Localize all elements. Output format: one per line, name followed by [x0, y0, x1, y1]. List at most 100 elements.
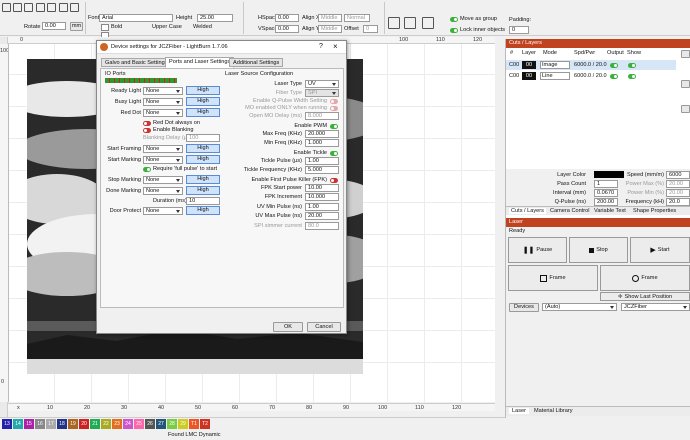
offset-input[interactable]: 0 — [363, 25, 378, 33]
close-icon[interactable]: × — [333, 42, 338, 51]
tab-shape-properties[interactable]: Shape Properties — [633, 208, 676, 214]
show-last-position-button[interactable]: ✛ Show Last Position — [600, 292, 690, 301]
palette-swatch[interactable]: T2 — [200, 419, 210, 429]
power-max-input[interactable]: 20.00 — [666, 180, 690, 188]
palette-swatch[interactable]: 15 — [24, 419, 34, 429]
frame-button[interactable]: Frame — [508, 265, 598, 291]
red-dot-high-button[interactable]: High — [186, 108, 220, 117]
speed-input[interactable]: 6000 — [666, 171, 690, 179]
uv-max-input[interactable]: 20.00 — [305, 212, 339, 220]
ungroup-icon[interactable] — [404, 17, 416, 29]
enable-tickle-toggle[interactable] — [330, 151, 338, 156]
palette-swatch[interactable]: 26 — [145, 419, 155, 429]
help-icon[interactable]: ? — [319, 43, 323, 50]
palette-swatch[interactable]: 27 — [156, 419, 166, 429]
tab-laser[interactable]: Laser — [509, 408, 529, 414]
tab-galvo[interactable]: Galvo and Basic Settings — [101, 58, 172, 67]
cursor-icon[interactable] — [2, 3, 11, 12]
palette-swatch[interactable]: 25 — [134, 419, 144, 429]
palette-swatch[interactable]: 29 — [178, 419, 188, 429]
tab-cuts-layers[interactable]: Cuts / Layers — [509, 208, 546, 214]
hspace-input[interactable]: 0.00 — [275, 14, 299, 22]
height-input[interactable]: 25.00 — [197, 14, 233, 22]
output-toggle[interactable] — [610, 63, 618, 68]
align-y-select[interactable]: Middle — [318, 25, 342, 33]
show-toggle[interactable] — [628, 63, 636, 68]
max-freq-input[interactable]: 20.000 — [305, 130, 339, 138]
enable-pwm-toggle[interactable] — [330, 124, 338, 129]
settings-icon[interactable] — [47, 3, 56, 12]
tab-camera-control[interactable]: Camera Control — [550, 208, 589, 214]
palette-swatch[interactable]: 18 — [57, 419, 67, 429]
stop-marking-select[interactable]: None — [143, 176, 183, 184]
busy-light-select[interactable]: None — [143, 98, 183, 106]
red-dot-select[interactable]: None — [143, 109, 183, 117]
uv-min-input[interactable]: 1.00 — [305, 203, 339, 211]
palette-swatch[interactable]: 17 — [46, 419, 56, 429]
spi-input[interactable]: 80.0 — [305, 222, 339, 230]
start-framing-high-button[interactable]: High — [186, 144, 220, 153]
palette-swatch[interactable]: T1 — [189, 419, 199, 429]
output-toggle[interactable] — [610, 74, 618, 79]
fiber-type-select[interactable]: SPI — [305, 89, 339, 97]
move-up-icon[interactable] — [681, 50, 690, 58]
fpk-inc-input[interactable]: 10.000 — [305, 193, 339, 201]
camera-icon[interactable] — [24, 3, 33, 12]
red-dot-always-on-toggle[interactable] — [143, 121, 151, 126]
font-select[interactable]: Arial — [99, 14, 173, 22]
door-protect-high-button[interactable]: High — [186, 206, 220, 215]
ready-light-high-button[interactable]: High — [186, 86, 220, 95]
palette-swatch[interactable]: 21 — [90, 419, 100, 429]
start-marking-select[interactable]: None — [143, 156, 183, 164]
fpk-start-input[interactable]: 10.00 — [305, 184, 339, 192]
palette-swatch[interactable]: 23 — [112, 419, 122, 429]
layer-row[interactable]: C00 00 Line 6000.0 / 20.0 — [506, 71, 676, 81]
align-icon[interactable] — [422, 17, 434, 29]
done-marking-high-button[interactable]: High — [186, 186, 220, 195]
busy-light-high-button[interactable]: High — [186, 97, 220, 106]
lock-inner-toggle[interactable] — [450, 28, 458, 33]
pause-button[interactable]: ❚❚ Pause — [508, 237, 567, 263]
show-toggle[interactable] — [628, 74, 636, 79]
devices-button[interactable]: Devices — [509, 303, 539, 312]
start-marking-high-button[interactable]: High — [186, 155, 220, 164]
ready-light-select[interactable]: None — [143, 87, 183, 95]
move-down-icon[interactable] — [681, 80, 690, 88]
tickle-pulse-input[interactable]: 1.00 — [305, 157, 339, 165]
enable-blanking-toggle[interactable] — [143, 128, 151, 133]
palette-swatch[interactable]: 14 — [13, 419, 23, 429]
min-freq-input[interactable]: 1.000 — [305, 139, 339, 147]
enable-fpk-toggle[interactable] — [330, 178, 338, 183]
layers-icon[interactable] — [13, 3, 22, 12]
palette-swatch[interactable]: 20 — [79, 419, 89, 429]
palette-swatch[interactable]: 28 — [167, 419, 177, 429]
layer-row[interactable]: C00 00 Image 6000.0 / 20.0 — [506, 60, 676, 70]
power-min-input[interactable]: 20.00 — [666, 189, 690, 197]
delete-icon[interactable] — [681, 105, 690, 113]
door-protect-select[interactable]: None — [143, 207, 183, 215]
bold-checkbox[interactable] — [101, 24, 109, 31]
start-framing-select[interactable]: None — [143, 145, 183, 153]
align-x-select[interactable]: Middle — [318, 14, 342, 22]
tab-ports-laser[interactable]: Ports and Laser Settings — [165, 57, 235, 68]
start-button[interactable]: ▶ Start — [630, 237, 690, 263]
port-select[interactable]: (Auto) — [542, 303, 617, 311]
padding-input[interactable]: 0 — [509, 26, 529, 34]
palette-swatch[interactable]: 22 — [101, 419, 111, 429]
frame-round-button[interactable]: Frame — [600, 265, 690, 291]
normal-select[interactable]: Normal — [344, 14, 370, 22]
ok-button[interactable]: OK — [273, 322, 303, 332]
frequency-input[interactable]: 20.0 — [666, 198, 690, 206]
row-mode[interactable]: Line — [540, 72, 570, 80]
text-icon[interactable] — [59, 3, 68, 12]
done-marking-select[interactable]: None — [143, 187, 183, 195]
tickle-freq-input[interactable]: 5.000 — [305, 166, 339, 174]
enable-qpulse-toggle[interactable] — [330, 99, 338, 104]
blanking-delay-input[interactable]: 100 — [186, 134, 220, 142]
open-mo-input[interactable]: 8.000 — [305, 112, 339, 120]
cancel-button[interactable]: Cancel — [307, 322, 341, 332]
unit-button[interactable]: mm — [70, 22, 83, 31]
stop-button[interactable]: Stop — [569, 237, 628, 263]
move-as-group-toggle[interactable] — [450, 17, 458, 22]
lock-icon[interactable] — [70, 3, 79, 12]
